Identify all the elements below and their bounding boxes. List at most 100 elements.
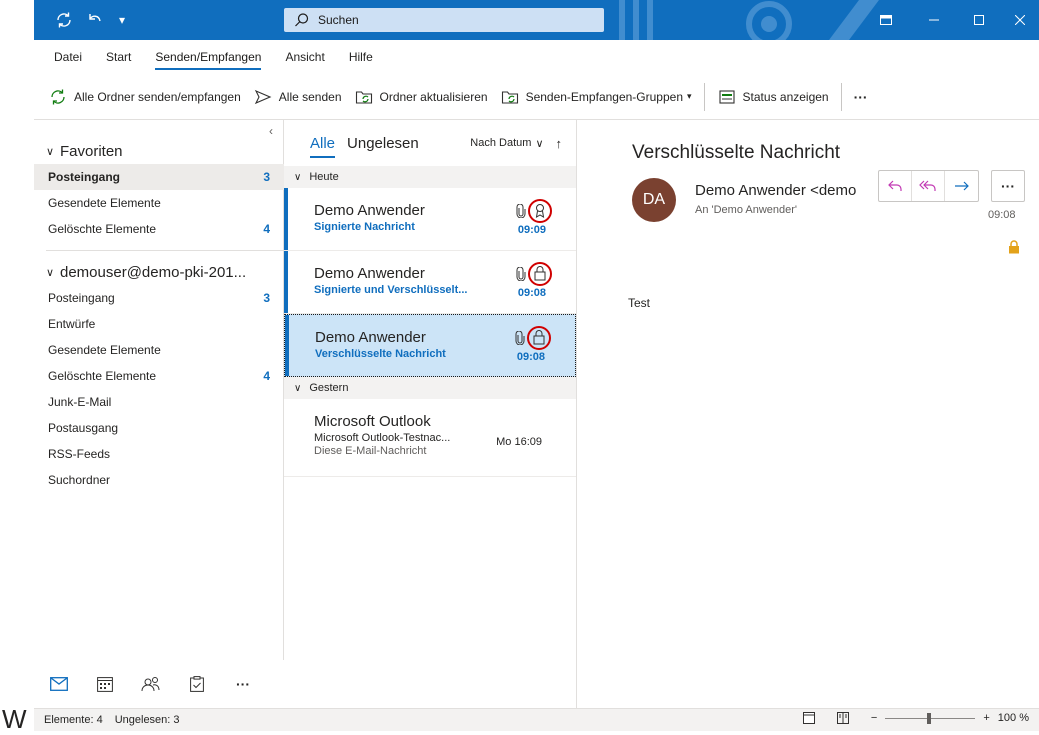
zoom-in-icon[interactable]: + (983, 712, 989, 724)
chevron-down-icon: ▾ (687, 91, 692, 101)
folder-item-gesendete[interactable]: Gesendete Elemente (34, 190, 284, 216)
module-nav-bar: ··· (34, 660, 284, 708)
unread-count: 3 (263, 291, 270, 305)
send-all-button[interactable]: Alle senden (247, 82, 348, 112)
show-status-label: Status anzeigen (742, 89, 829, 104)
folder-label: Gesendete Elemente (48, 196, 161, 210)
folder-label: RSS-Feeds (48, 447, 111, 461)
more-modules-icon[interactable]: ··· (232, 673, 254, 695)
folder-item-posteingang[interactable]: Posteingang 3 (34, 285, 284, 311)
folder-label: Posteingang (48, 170, 121, 184)
item-count: Elemente: 4 (44, 714, 103, 726)
signature-ribbon-icon (528, 199, 552, 223)
forward-button[interactable] (945, 171, 978, 201)
folder-item-rss[interactable]: RSS-Feeds (34, 441, 284, 467)
folder-sync-icon (354, 87, 374, 107)
account-header[interactable]: ∨ demouser@demo-pki-201... (34, 259, 284, 285)
normal-view-icon[interactable] (802, 712, 815, 724)
message-sender: Microsoft Outlook (314, 413, 431, 430)
menu-ansicht[interactable]: Ansicht (273, 40, 336, 74)
status-bar: Elemente: 4 Ungelesen: 3 − + 100 % (34, 708, 1039, 731)
partial-text: W (2, 704, 27, 734)
mail-icon[interactable] (48, 673, 70, 695)
folder-label: Postausgang (48, 421, 119, 435)
message-item[interactable]: Demo Anwender Signierte Nachricht 09:09 (284, 188, 576, 251)
reply-button[interactable] (879, 171, 912, 201)
tasks-icon[interactable] (186, 673, 208, 695)
menu-datei[interactable]: Datei (42, 40, 94, 74)
message-date: 09:08 (988, 209, 1016, 221)
outlook-window: ▾ Suchen Datei Start Senden/Empfangen An… (34, 0, 1039, 731)
folder-item-geloeschte[interactable]: Gelöschte Elemente 4 (34, 363, 284, 389)
minimize-button[interactable] (914, 0, 954, 40)
lock-icon (527, 326, 551, 350)
update-folder-button[interactable]: Ordner aktualisieren (348, 82, 494, 112)
folder-item-postausgang[interactable]: Postausgang (34, 415, 284, 441)
menu-start[interactable]: Start (94, 40, 143, 74)
avatar[interactable]: DA (632, 178, 676, 222)
folder-pane: ‹ ∨ Favoriten Posteingang 3 Gesendete El… (34, 120, 284, 660)
tab-unread[interactable]: Ungelesen (347, 135, 419, 152)
group-header-today[interactable]: ∨ Heute (284, 166, 576, 188)
message-item-selected[interactable]: Demo Anwender Verschlüsselte Nachricht 0… (284, 314, 576, 377)
sender-name[interactable]: Demo Anwender <demo (695, 182, 860, 199)
unread-count: 4 (263, 222, 270, 236)
folder-label: Gesendete Elemente (48, 343, 161, 357)
search-box[interactable]: Suchen (284, 8, 604, 32)
attachment-icon (516, 267, 526, 281)
folder-item-gesendete[interactable]: Gesendete Elemente (34, 337, 284, 363)
menu-senden-empfangen[interactable]: Senden/Empfangen (143, 40, 273, 74)
ribbon: Alle Ordner senden/empfangen Alle senden… (34, 74, 1039, 120)
folder-item-entwuerfe[interactable]: Entwürfe (34, 311, 284, 337)
favorites-header[interactable]: ∨ Favoriten (34, 138, 284, 164)
ribbon-display-icon[interactable] (866, 0, 906, 40)
zoom-slider-thumb[interactable] (927, 712, 932, 724)
reading-view-icon[interactable] (836, 712, 849, 724)
sort-dropdown[interactable]: Nach Datum ∨ ↑ (470, 136, 562, 151)
maximize-button[interactable] (959, 0, 999, 40)
folder-label: Gelöschte Elemente (48, 369, 157, 383)
message-icons (515, 325, 553, 351)
message-time: 09:09 (517, 224, 546, 236)
quick-access-dropdown-icon[interactable]: ▾ (110, 8, 134, 32)
chevron-down-icon: ∨ (46, 266, 55, 279)
people-icon[interactable] (140, 673, 162, 695)
send-all-label: Alle senden (278, 89, 342, 104)
show-status-button[interactable]: Status anzeigen (711, 82, 835, 112)
zoom-level[interactable]: 100 % (998, 712, 1029, 724)
send-receive-groups-label: Senden-Empfangen-Gruppen (525, 89, 684, 104)
reading-pane: Verschlüsselte Nachricht DA Demo Anwende… (578, 120, 1039, 708)
folder-item-junk[interactable]: Junk-E-Mail (34, 389, 284, 415)
folder-item-geloeschte[interactable]: Gelöschte Elemente 4 (34, 216, 284, 242)
favorites-group: ∨ Favoriten Posteingang 3 Gesendete Elem… (34, 138, 284, 493)
folder-item-suchordner[interactable]: Suchordner (34, 467, 284, 493)
update-folder-label: Ordner aktualisieren (379, 89, 488, 104)
folder-item-posteingang[interactable]: Posteingang 3 (34, 164, 284, 190)
sort-direction-icon[interactable]: ↑ (556, 136, 563, 151)
title-bar: ▾ Suchen (34, 0, 1039, 40)
zoom-controls: − + 100 % (802, 712, 1029, 724)
reply-all-button[interactable] (912, 171, 945, 201)
zoom-slider[interactable] (885, 712, 976, 724)
close-button[interactable] (1000, 0, 1039, 40)
message-item[interactable]: Microsoft Outlook Microsoft Outlook-Test… (284, 399, 576, 477)
send-receive-groups-button[interactable]: Senden-Empfangen-Gruppen ▾ (494, 82, 698, 112)
message-item[interactable]: Demo Anwender Signierte und Verschlüssel… (284, 251, 576, 314)
more-actions-button[interactable]: ··· (991, 170, 1025, 202)
group-header-yesterday[interactable]: ∨ Gestern (284, 377, 576, 399)
send-receive-all-button[interactable]: Alle Ordner senden/empfangen (42, 82, 247, 112)
sync-icon[interactable] (52, 8, 76, 32)
reply-icon (888, 180, 902, 191)
menu-hilfe[interactable]: Hilfe (337, 40, 385, 74)
calendar-icon[interactable] (94, 673, 116, 695)
undo-icon[interactable] (82, 8, 106, 32)
message-list: Alle Ungelesen Nach Datum ∨ ↑ ∨ Heute De… (284, 120, 577, 708)
zoom-out-icon[interactable]: − (871, 712, 877, 724)
status-window-icon (717, 87, 737, 107)
message-time: 09:08 (516, 351, 545, 363)
reply-actions (878, 170, 979, 202)
collapse-pane-icon[interactable]: ‹ (269, 124, 273, 138)
ribbon-more-button[interactable]: ··· (848, 82, 874, 112)
tab-all[interactable]: Alle (310, 135, 336, 158)
group-label: Gestern (309, 382, 349, 394)
